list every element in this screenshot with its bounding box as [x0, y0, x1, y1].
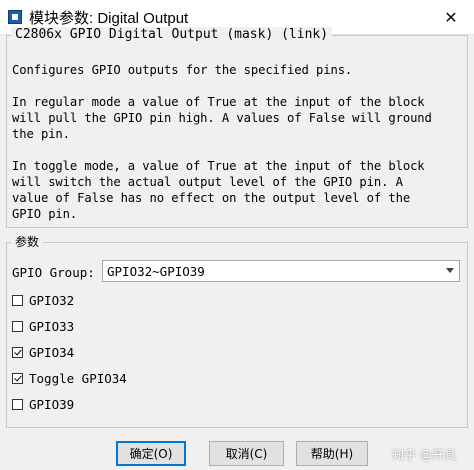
close-button[interactable]: ✕ — [428, 0, 474, 34]
checkbox-gpio34[interactable] — [12, 347, 23, 358]
description-group: C2806x GPIO Digital Output (mask) (link)… — [6, 27, 468, 228]
gpio-group-label: GPIO Group: — [12, 264, 95, 280]
parameters-group: 参数 GPIO Group: GPIO32~GPIO39 GPIO32 GPIO… — [6, 234, 468, 428]
checkbox-label: GPIO34 — [29, 345, 75, 360]
block-description: Configures GPIO outputs for the specifie… — [12, 63, 432, 221]
parameters-group-title: 参数 — [11, 234, 44, 250]
simulink-block-icon — [8, 10, 22, 24]
gpio-group-selected-value: GPIO32~GPIO39 — [107, 263, 205, 279]
chevron-down-icon[interactable] — [446, 268, 454, 273]
checkbox-label: Toggle GPIO34 — [29, 371, 127, 386]
checkbox-label: GPIO33 — [29, 319, 75, 334]
checkbox-row-gpio33[interactable]: GPIO33 — [12, 319, 74, 334]
checkbox-label: GPIO32 — [29, 293, 75, 308]
checkbox-gpio32[interactable] — [12, 295, 23, 306]
gpio-group-select[interactable]: GPIO32~GPIO39 — [102, 260, 460, 282]
watermark: 知乎 @开具 — [392, 448, 456, 462]
checkbox-label: GPIO39 — [29, 397, 75, 412]
checkbox-row-gpio32[interactable]: GPIO32 — [12, 293, 74, 308]
checkbox-gpio39[interactable] — [12, 399, 23, 410]
checkbox-toggle-gpio34[interactable] — [12, 373, 23, 384]
window-title: 模块参数: Digital Output — [29, 9, 189, 27]
checkbox-row-toggle-gpio34[interactable]: Toggle GPIO34 — [12, 371, 127, 386]
description-group-title: C2806x GPIO Digital Output (mask) (link) — [11, 27, 333, 43]
cancel-button[interactable]: 取消(C) — [209, 441, 284, 466]
checkbox-gpio33[interactable] — [12, 321, 23, 332]
ok-button[interactable]: 确定(O) — [116, 441, 186, 466]
checkbox-row-gpio34[interactable]: GPIO34 — [12, 345, 74, 360]
help-button[interactable]: 帮助(H) — [296, 441, 368, 466]
checkbox-row-gpio39[interactable]: GPIO39 — [12, 397, 74, 412]
